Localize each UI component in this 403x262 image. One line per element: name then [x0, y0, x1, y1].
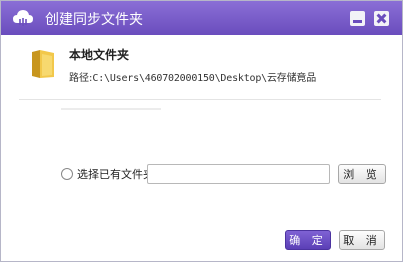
close-button[interactable] — [374, 11, 389, 26]
folder-path: 路径:C:\Users\460702000150\Desktop\云存储竟品 — [69, 69, 316, 84]
folder-icon — [32, 50, 54, 78]
choose-existing-radio[interactable] — [61, 168, 73, 180]
watermark-overlay — [15, 111, 165, 141]
browse-button[interactable]: 浏 览 — [338, 164, 386, 184]
path-value: C:\Users\460702000150\Desktop\云存储竟品 — [92, 73, 316, 84]
divider — [19, 99, 381, 100]
folder-title: 本地文件夹 — [69, 48, 130, 62]
cancel-button[interactable]: 取 消 — [339, 230, 385, 250]
choose-existing-label[interactable]: 选择已有文件夹 — [77, 166, 154, 182]
path-label: 路径: — [69, 73, 93, 84]
window-title: 创建同步文件夹 — [45, 12, 143, 28]
ok-button[interactable]: 确 定 — [285, 230, 331, 250]
dialog-window: 创建同步文件夹 本地文件夹 路径:C:\Users\460702000150\D… — [0, 0, 403, 262]
faded-text — [61, 108, 161, 110]
minimize-button[interactable] — [350, 11, 365, 26]
cloud-app-icon — [13, 10, 33, 26]
title-bar[interactable]: 创建同步文件夹 — [1, 1, 402, 35]
existing-folder-input[interactable] — [147, 164, 330, 184]
